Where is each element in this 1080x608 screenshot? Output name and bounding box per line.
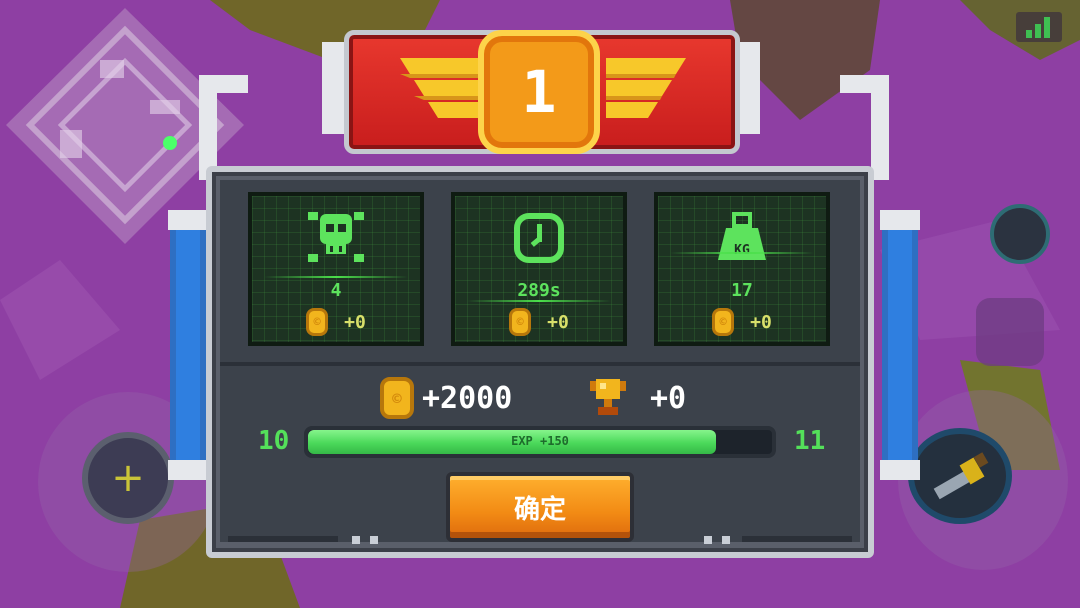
weight-icon-text: KG: [734, 243, 750, 258]
plus-icon: +: [111, 455, 145, 501]
stat-reward-time: © +0: [455, 308, 623, 336]
coin-icon: ©: [306, 308, 329, 336]
total-trophies: +0: [588, 378, 686, 418]
stat-card-kills: 4 © +0: [248, 192, 424, 346]
footer-stripe: [228, 536, 338, 542]
total-trophies-value: +0: [650, 380, 687, 416]
footer-dot: [722, 536, 730, 544]
right-wing-icon: [606, 58, 686, 118]
character-skill-button[interactable]: [990, 204, 1050, 264]
trophy-icon: [590, 379, 626, 415]
weapon-attack-button[interactable]: [908, 428, 1012, 524]
move-joystick-knob[interactable]: +: [82, 432, 174, 524]
sword-icon: [933, 452, 989, 500]
skill-slot-button[interactable]: [976, 298, 1044, 366]
stat-value-weight: 17: [731, 280, 753, 301]
exp-gain-label: EXP +150: [511, 434, 569, 448]
stat-value-kills: 4: [330, 280, 342, 301]
signal-strength-icon: [1016, 12, 1062, 42]
rank-medal: 1: [478, 30, 600, 154]
footer-stripe: [742, 536, 852, 542]
weight-icon: KG: [718, 212, 766, 260]
stat-reward-value: +0: [547, 311, 569, 333]
exp-progress-bar: EXP +150: [304, 426, 776, 458]
scan-line: [670, 252, 814, 254]
stat-reward-value: +0: [344, 311, 366, 333]
coin-icon: ©: [712, 308, 735, 336]
clock-icon: [514, 213, 564, 263]
total-coins: © +2000: [380, 377, 513, 419]
stat-reward-value: +0: [750, 311, 772, 333]
stat-reward-kills: © +0: [252, 308, 420, 336]
confirm-button[interactable]: 确定: [446, 472, 634, 542]
total-coins-value: +2000: [422, 380, 513, 416]
coin-icon: ©: [509, 308, 532, 336]
footer-dot: [704, 536, 712, 544]
stat-value-time: 289s: [517, 280, 561, 301]
stat-card-weight: KG 17 © +0: [654, 192, 830, 346]
stat-reward-weight: © +0: [658, 308, 826, 336]
footer-dot: [370, 536, 378, 544]
coin-icon: ©: [380, 377, 414, 419]
skull-icon: [308, 212, 364, 262]
scan-line: [264, 276, 408, 278]
footer-dot: [352, 536, 360, 544]
dialog-divider: [220, 362, 860, 366]
stat-card-time: 289s © +0: [451, 192, 627, 346]
next-level: 11: [794, 426, 826, 456]
left-wing-icon: [400, 58, 480, 118]
current-level: 10: [258, 426, 290, 456]
